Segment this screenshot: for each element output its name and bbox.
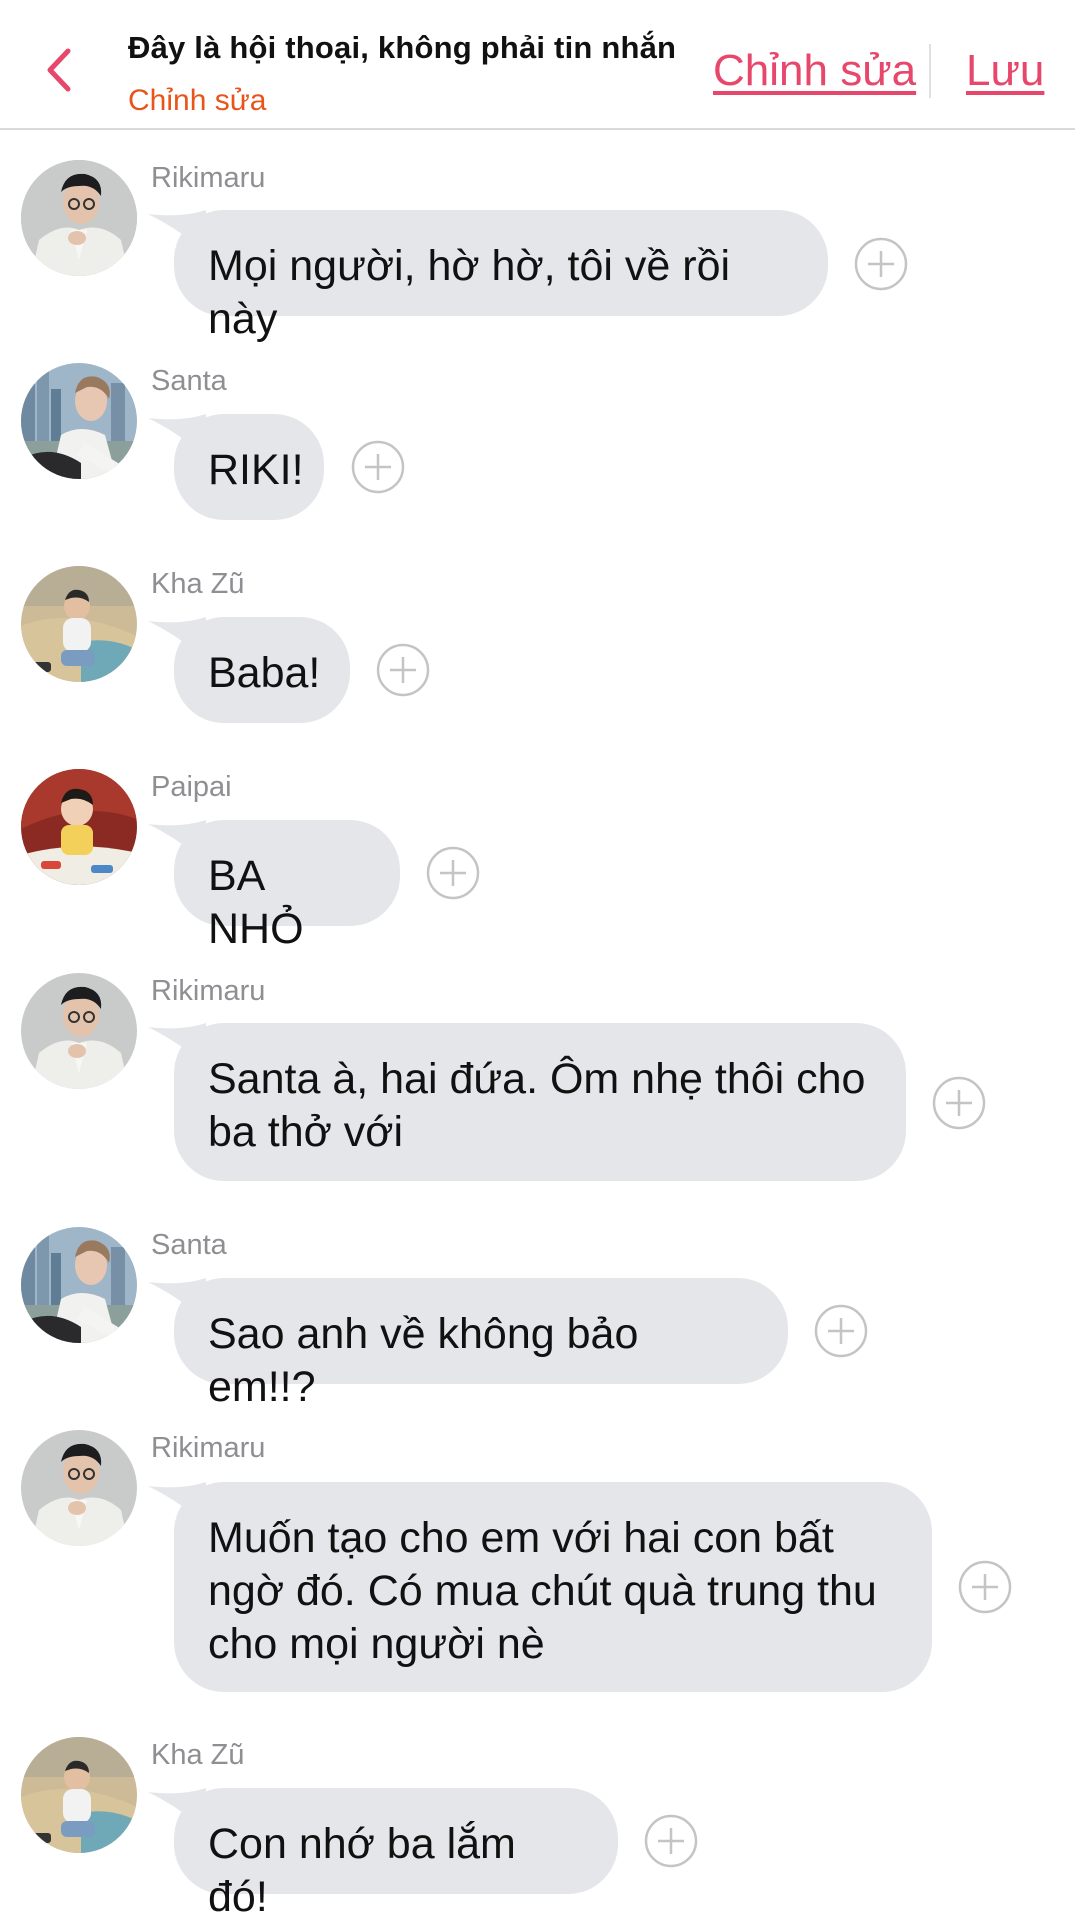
sender-name: Kha Zũ [151, 1739, 245, 1771]
header-divider [929, 44, 931, 98]
sender-name: Santa [151, 1229, 227, 1261]
avatar-rikimaru[interactable] [21, 160, 137, 276]
plus-circle-icon[interactable] [958, 1560, 1012, 1614]
header-bar: Đây là hội thoại, không phải tin nhắn Ch… [0, 0, 1075, 130]
plus-circle-icon[interactable] [376, 643, 430, 697]
avatar-rikimaru[interactable] [21, 973, 137, 1089]
sender-name: Santa [151, 365, 227, 397]
avatar-santa[interactable] [21, 1227, 137, 1343]
plus-circle-icon[interactable] [814, 1304, 868, 1358]
edit-title-link[interactable]: Chỉnh sửa [128, 84, 267, 118]
message-text: Muốn tạo cho em với hai con bất ngờ đó. … [208, 1514, 877, 1668]
message-bubble[interactable]: Baba! [174, 617, 350, 723]
message-bubble[interactable]: Mọi người, hờ hờ, tôi về rồi này [174, 210, 828, 343]
sender-name: Kha Zũ [151, 568, 245, 600]
message-bubble[interactable]: Muốn tạo cho em với hai con bất ngờ đó. … [174, 1482, 932, 1692]
conversation-title: Đây là hội thoại, không phải tin nhắn [128, 30, 677, 65]
plus-circle-icon[interactable] [426, 846, 480, 900]
plus-circle-icon[interactable] [854, 237, 908, 291]
message-text: Sao anh về không bảo em!!? [208, 1310, 639, 1411]
message-bubble[interactable]: BA NHỎ [174, 820, 400, 953]
plus-circle-icon[interactable] [644, 1814, 698, 1868]
avatar-paipai[interactable] [21, 769, 137, 885]
message-bubble[interactable]: Santa à, hai đứa. Ôm nhẹ thôi cho ba thở… [174, 1023, 906, 1181]
avatar-rikimaru[interactable] [21, 1430, 137, 1546]
avatar-santa[interactable] [21, 363, 137, 479]
message-text: Santa à, hai đứa. Ôm nhẹ thôi cho ba thở… [208, 1055, 866, 1156]
plus-circle-icon[interactable] [351, 440, 405, 494]
message-bubble[interactable]: RIKI! [174, 414, 324, 520]
back-button[interactable] [34, 40, 84, 100]
sender-name: Paipai [151, 771, 232, 803]
message-text: BA NHỎ [208, 852, 304, 953]
avatar-kha-zu[interactable] [21, 566, 137, 682]
message-text: Con nhớ ba lắm đó! [208, 1820, 516, 1921]
edit-button[interactable]: Chỉnh sửa [713, 46, 916, 96]
sender-name: Rikimaru [151, 975, 266, 1007]
message-text: Baba! [208, 649, 321, 697]
chevron-left-icon [47, 48, 71, 92]
message-bubble[interactable]: Sao anh về không bảo em!!? [174, 1278, 788, 1411]
avatar-kha-zu[interactable] [21, 1737, 137, 1853]
save-button[interactable]: Lưu [966, 46, 1044, 96]
message-text: RIKI! [208, 446, 304, 494]
message-bubble[interactable]: Con nhớ ba lắm đó! [174, 1788, 618, 1921]
sender-name: Rikimaru [151, 162, 266, 194]
message-text: Mọi người, hờ hờ, tôi về rồi này [208, 242, 731, 343]
sender-name: Rikimaru [151, 1432, 266, 1464]
plus-circle-icon[interactable] [932, 1076, 986, 1130]
